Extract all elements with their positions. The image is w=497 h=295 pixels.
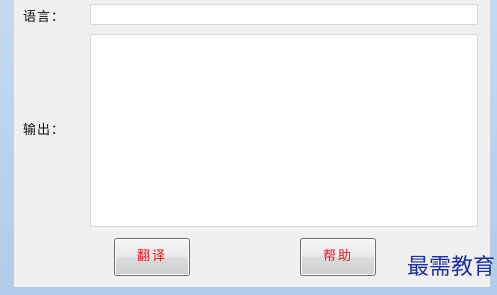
app-window: 语言： 输出： 翻译 帮助 最需教育 <box>0 0 497 295</box>
watermark-logo: 最需教育 <box>406 255 495 280</box>
language-input[interactable] <box>90 4 478 25</box>
output-label: 输出： <box>23 123 66 138</box>
translate-button[interactable]: 翻译 <box>114 238 190 276</box>
client-area: 语言： 输出： 翻译 帮助 <box>14 0 490 287</box>
language-label: 语言： <box>23 10 66 25</box>
output-textarea[interactable] <box>90 34 478 227</box>
help-button[interactable]: 帮助 <box>300 238 376 276</box>
